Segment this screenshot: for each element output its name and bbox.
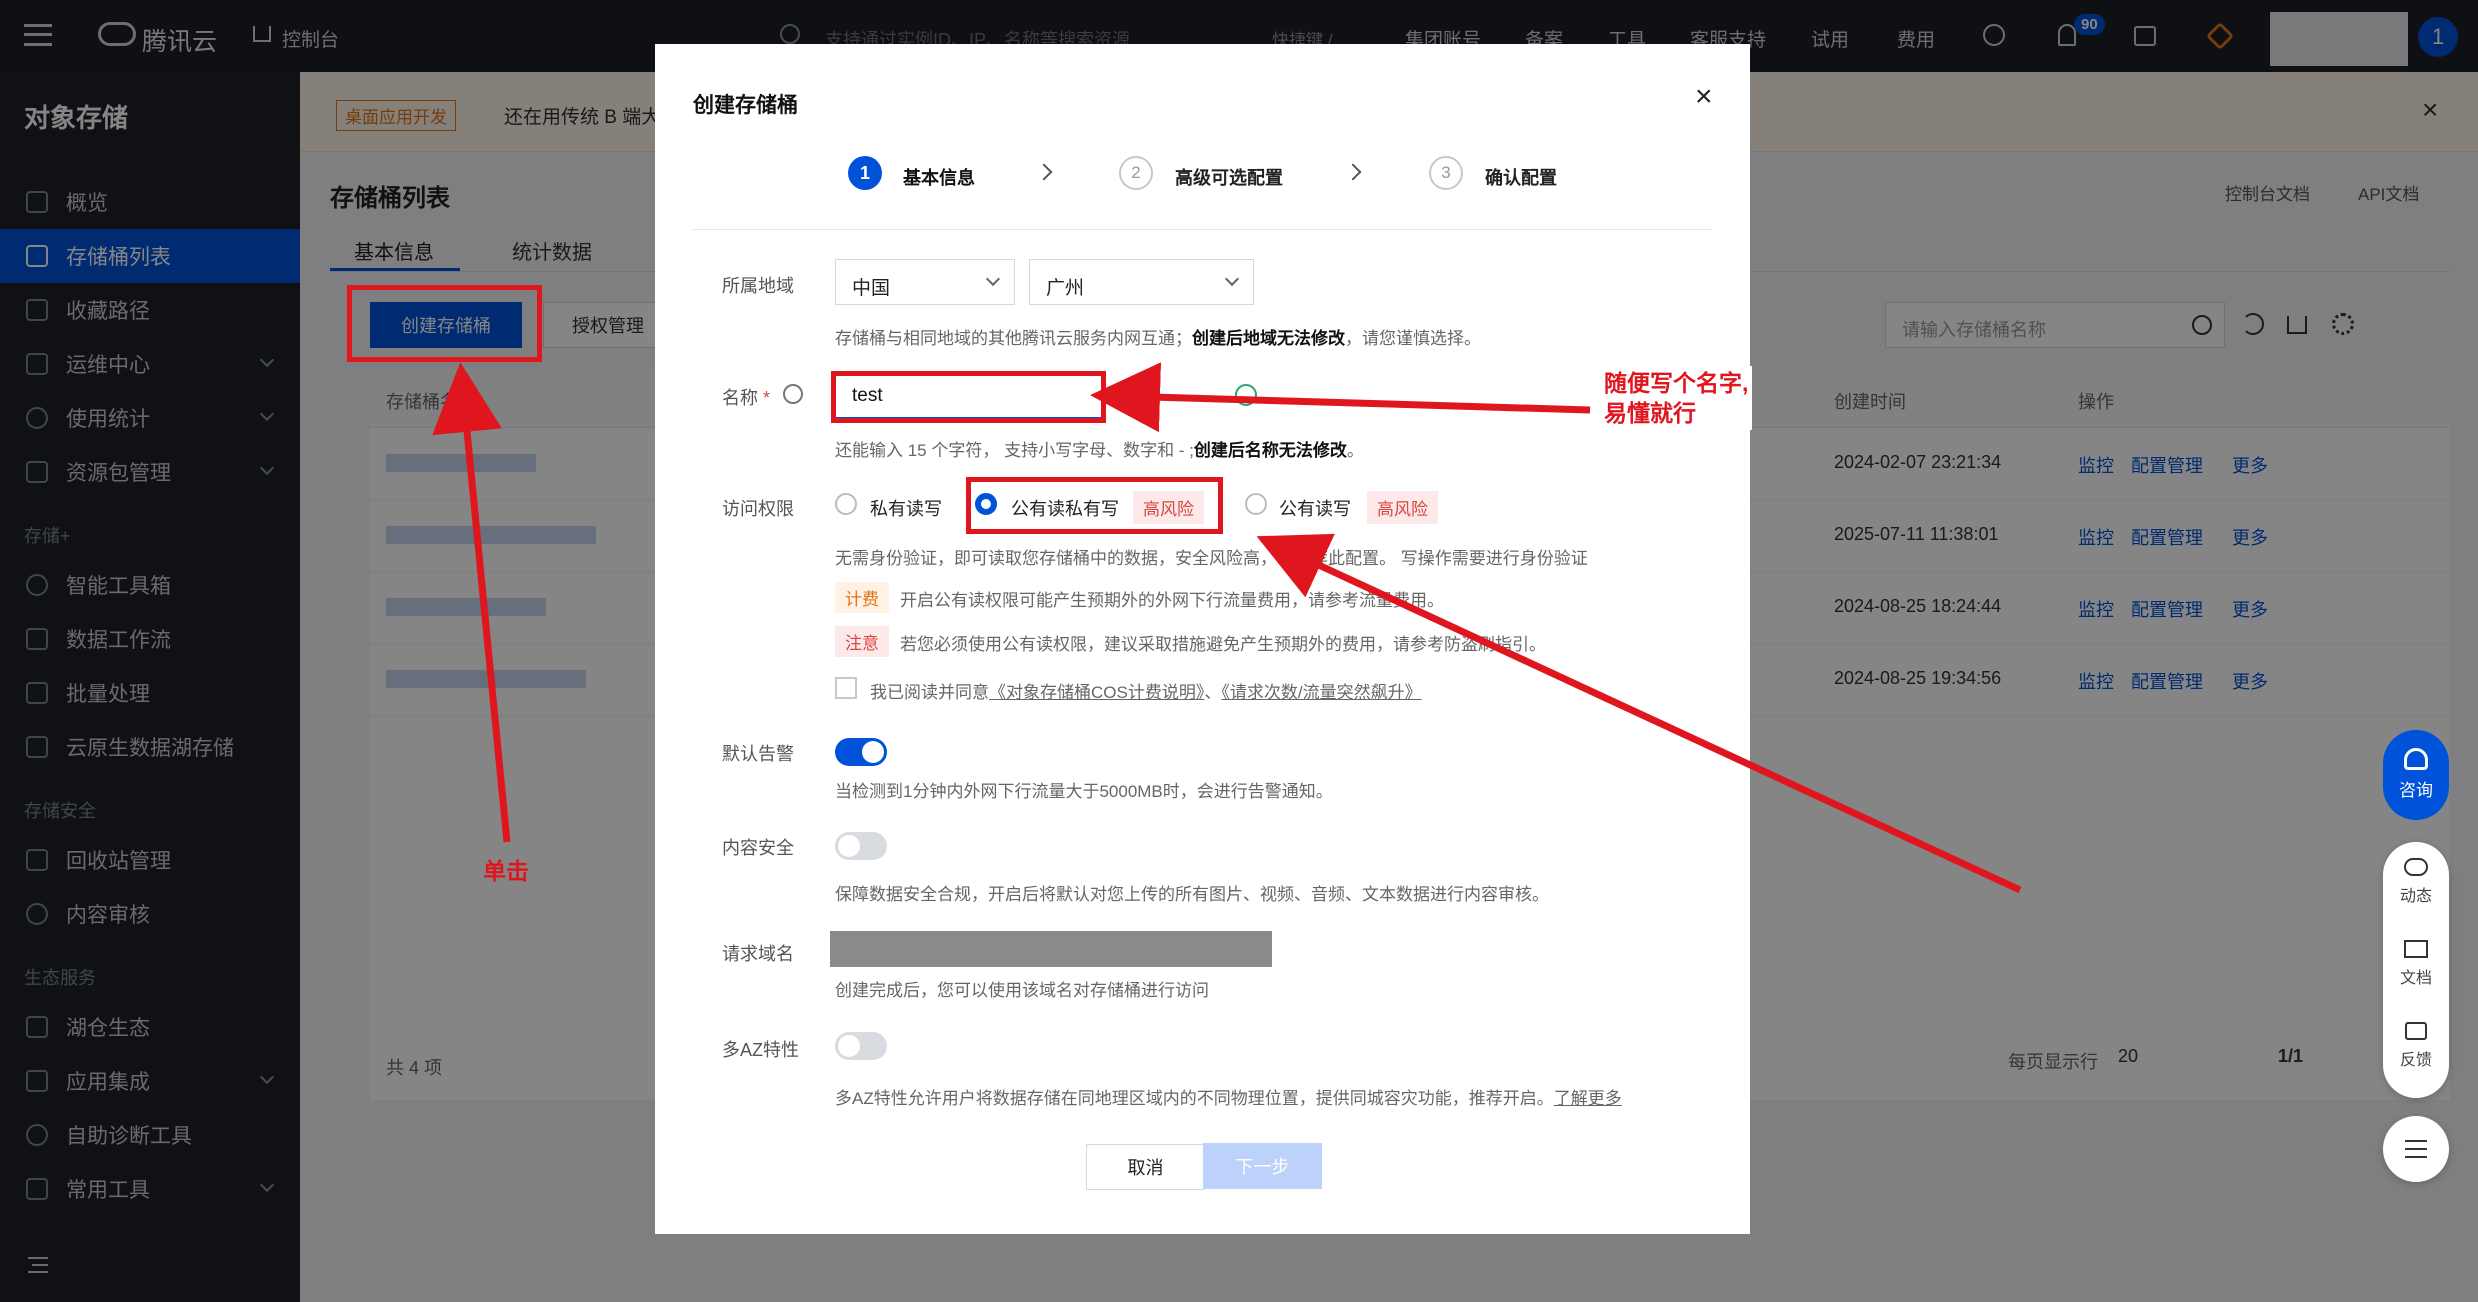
list-float-button[interactable]: [2383, 1116, 2449, 1182]
float-toolbar: 动态 文档 反馈: [2383, 842, 2449, 1098]
annotation-name-note: 随便写个名字, 易懂就行: [1600, 366, 1753, 430]
annotation-click-note: 单击: [483, 858, 529, 884]
cloud-icon: [2404, 858, 2428, 876]
dynamic-float-button[interactable]: 动态: [2383, 858, 2449, 906]
headset-icon: [2404, 748, 2428, 770]
arrow-to-public-read: [1256, 533, 2022, 894]
book-icon: [2404, 940, 2428, 958]
arrow-to-name-input: [1090, 362, 1591, 433]
list-icon: [2405, 1140, 2427, 1158]
arrow-to-create-button: [432, 362, 511, 843]
consult-float-button[interactable]: 咨询: [2383, 730, 2449, 820]
message-icon: [2405, 1022, 2427, 1040]
feedback-float-button[interactable]: 反馈: [2383, 1022, 2449, 1070]
docs-float-button[interactable]: 文档: [2383, 940, 2449, 988]
annotation-arrows: [432, 362, 2022, 894]
